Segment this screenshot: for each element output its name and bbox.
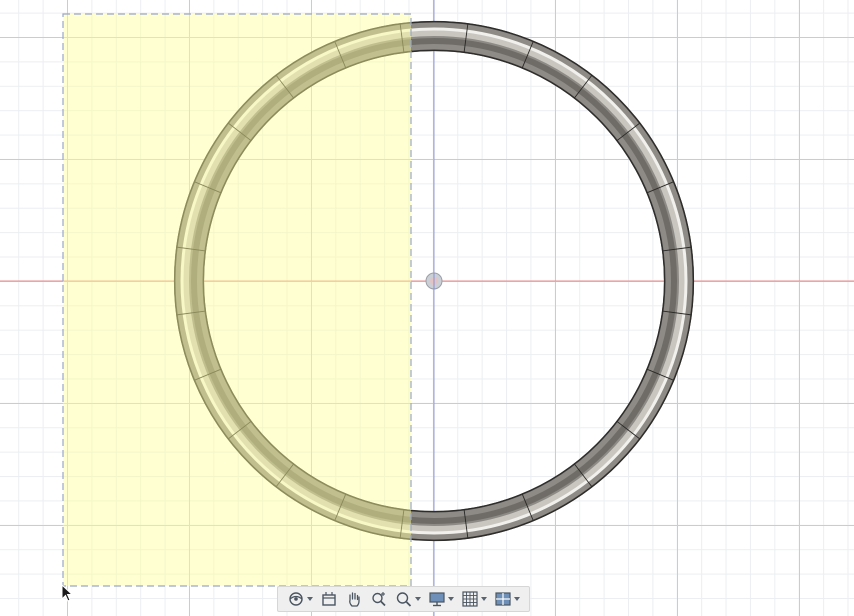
display-settings-dropdown-caret[interactable] bbox=[447, 597, 454, 601]
mouse-cursor-icon bbox=[61, 584, 74, 602]
orbit-button[interactable] bbox=[287, 588, 314, 610]
viewports-dropdown-caret[interactable] bbox=[513, 597, 520, 601]
selection-window bbox=[62, 13, 412, 587]
orbit-icon bbox=[289, 592, 304, 606]
navigation-toolbar bbox=[277, 586, 530, 612]
orbit-dropdown-caret[interactable] bbox=[307, 597, 314, 601]
grid-snap-dropdown-caret[interactable] bbox=[480, 597, 487, 601]
grid-snap-icon bbox=[462, 591, 478, 607]
origin-marker bbox=[425, 272, 443, 290]
pan-button[interactable] bbox=[345, 588, 363, 610]
grid-snap-button[interactable] bbox=[461, 588, 487, 610]
fit-zoom-button[interactable] bbox=[395, 588, 421, 610]
look-at-icon bbox=[322, 592, 337, 606]
scene-svg[interactable] bbox=[0, 0, 854, 616]
zoom-button[interactable] bbox=[370, 588, 388, 610]
fit-zoom-icon bbox=[396, 592, 412, 607]
display-settings-icon bbox=[429, 592, 445, 607]
display-settings-button[interactable] bbox=[428, 588, 454, 610]
look-at-button[interactable] bbox=[320, 588, 338, 610]
viewports-icon bbox=[494, 592, 511, 606]
pan-hand-icon bbox=[349, 592, 360, 607]
zoom-icon bbox=[372, 592, 386, 607]
viewports-button[interactable] bbox=[494, 588, 520, 610]
fit-zoom-dropdown-caret[interactable] bbox=[414, 597, 421, 601]
